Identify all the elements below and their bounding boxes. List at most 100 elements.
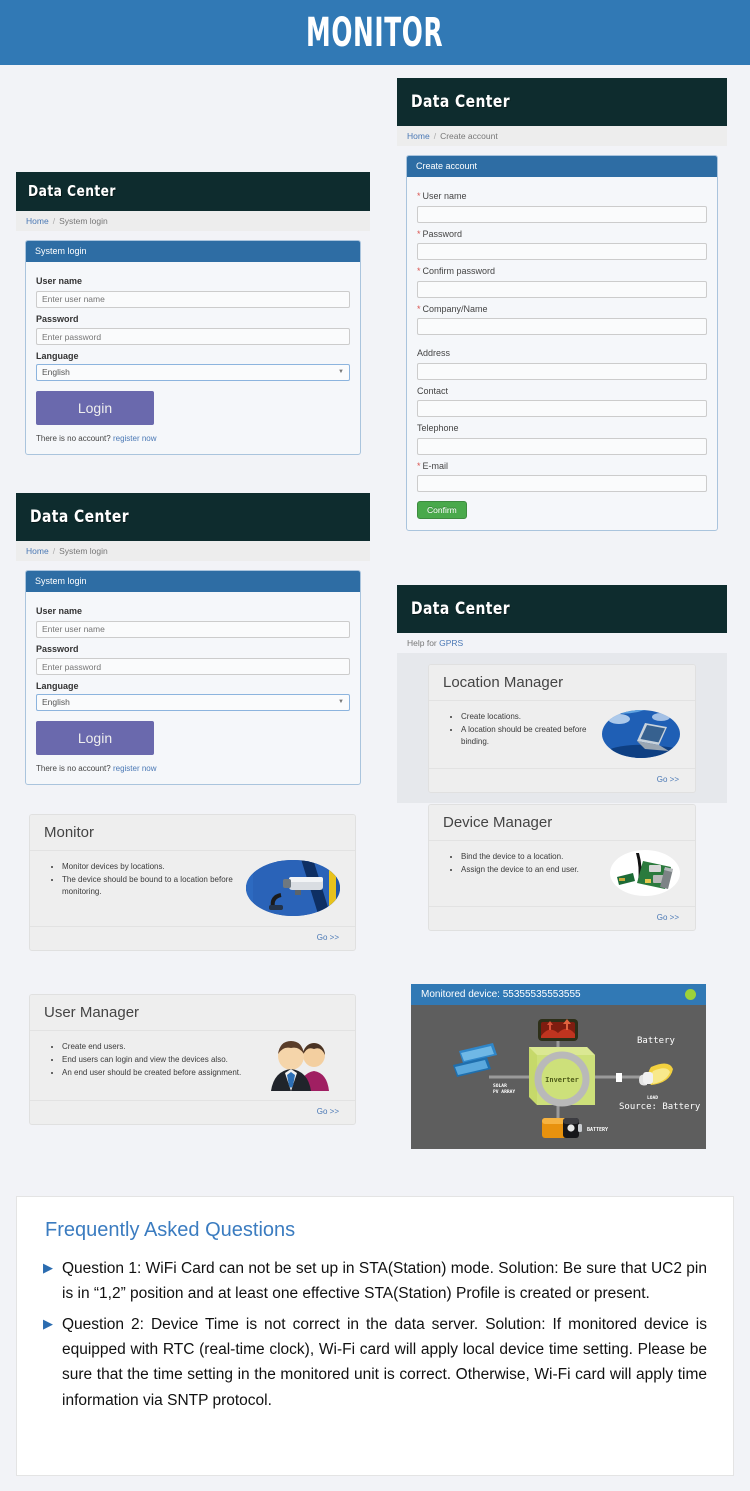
help-cards-area: Location Manager Create locations. A loc… [397,653,727,803]
list-item: Assign the device to an end user. [461,864,579,876]
language-select[interactable]: English ▼ [36,364,350,381]
system-login-panel: System login User name Password Language… [25,570,361,785]
navbar: Data Center [397,585,727,633]
telephone-label: Telephone [417,423,459,433]
label-text: Company/Name [422,303,488,314]
triangle-right-icon: ▶ [43,1260,53,1275]
navbar-brand: Data Center [411,599,511,619]
help-gprs-link[interactable]: GPRS [439,638,463,648]
username-input[interactable] [417,205,707,223]
language-select-value: English [42,367,70,377]
faq-item: ▶ Question 2: Device Time is not correct… [43,1312,707,1412]
panel-body: User name Password Language English ▼ Lo… [26,592,360,784]
navbar: Data Center [16,172,370,211]
company-name-input[interactable] [417,318,707,335]
card-device-manager-footer: Go >> [429,906,695,930]
help-screenshot: Data Center Help for GPRS Location Manag… [397,585,727,803]
create-account-screenshot: Data Center Home / Create account Create a… [397,78,727,540]
address-input[interactable] [417,362,707,380]
navbar: Data Center [16,493,370,541]
label-text: E-mail [422,460,449,471]
card-location-manager-go-link[interactable]: Go >> [657,775,679,784]
password-input[interactable] [36,328,350,345]
no-account-text: There is no account? register now [36,434,350,443]
breadcrumb-current: System login [59,546,108,556]
card-user-manager-go-link[interactable]: Go >> [317,1107,339,1116]
label-text: Confirm password [422,266,496,276]
status-led-icon [685,989,696,1000]
svg-text:SOLAR: SOLAR [493,1083,507,1089]
login-button[interactable]: Login [36,721,154,755]
language-label: Language [36,681,79,691]
chevron-down-icon: ▼ [338,699,344,705]
device-monitor-title: Monitored device: 55355535553555 [421,989,581,1000]
laptop-cloud-icon [601,709,681,764]
list-item: An end user should be created before ass… [62,1067,241,1079]
device-monitor-header: Monitored device: 55355535553555 [411,984,706,1005]
card-device-manager-bullets: Bind the device to a location. Assign th… [455,851,579,902]
breadcrumb-home[interactable]: Home [26,546,49,556]
card-device-manager: Device Manager Bind the device to a loca… [428,804,696,931]
contact-input[interactable] [417,400,707,417]
list-item: Bind the device to a location. [461,851,579,863]
card-user-manager-footer: Go >> [30,1100,355,1124]
username-input[interactable] [36,290,350,308]
register-now-link[interactable]: register now [113,764,157,773]
navbar: Data Center [397,78,727,126]
password-label: Password [36,643,79,654]
svg-text:BATTERY: BATTERY [587,1127,608,1133]
security-camera-icon [245,859,341,922]
card-location-manager-title: Location Manager [429,665,695,701]
card-user-manager-body: Create end users. End users can login an… [30,1031,355,1100]
required-marker: * [417,228,421,239]
label-text: Password [422,228,463,239]
faq-title: Frequently Asked Questions [45,1219,296,1241]
login-screenshot-small: Data Center Home / System login System log… [16,172,370,464]
users-icon [259,1039,341,1096]
breadcrumb: Home / System login [16,541,370,561]
list-item: A location should be created before bind… [461,724,601,748]
confirm-password-input[interactable] [417,280,707,298]
card-location-manager-footer: Go >> [429,768,695,792]
confirm-button[interactable]: Confirm [417,501,467,519]
panel-title: System login [26,241,360,262]
email-label: * E-mail [417,461,707,471]
svg-text:Battery: Battery [637,1036,676,1046]
language-select-value: English [42,697,70,707]
card-monitor-go-link[interactable]: Go >> [317,933,339,942]
panel-title: Create account [407,156,717,177]
register-now-link[interactable]: register now [113,434,157,443]
page-banner-title: MONITOR [306,9,444,56]
card-user-manager-bullets: Create end users. End users can login an… [56,1041,241,1096]
system-login-panel: System login User name Password Language… [25,240,361,455]
card-user-manager-title: User Manager [30,995,355,1031]
breadcrumb-home[interactable]: Home [407,131,430,141]
no-account-label: There is no account? [36,764,111,773]
required-marker: * [417,266,421,276]
chevron-down-icon: ▼ [338,369,344,375]
navbar-brand: Data Center [411,92,511,112]
faq-section: Frequently Asked Questions ▶ Question 1:… [16,1196,734,1476]
login-button[interactable]: Login [36,391,154,425]
navbar-brand: Data Center [28,182,116,200]
breadcrumb: Home / System login [16,211,370,231]
triangle-right-icon: ▶ [43,1316,53,1332]
password-input[interactable] [36,658,350,675]
panel-body: User name Password Language English ▼ Lo… [26,262,360,454]
telephone-input[interactable] [417,437,707,455]
password-input[interactable] [417,243,707,260]
page-banner: MONITOR [0,0,750,65]
language-select[interactable]: English ▼ [36,694,350,711]
card-device-manager-body: Bind the device to a location. Assign th… [429,841,695,906]
card-device-manager-go-link[interactable]: Go >> [657,913,679,922]
list-item: End users can login and view the devices… [62,1054,241,1066]
breadcrumb-current: System login [59,216,108,226]
card-device-manager-title: Device Manager [429,805,695,841]
list-item: Create end users. [62,1041,241,1053]
username-label: User name [36,276,83,286]
breadcrumb-home[interactable]: Home [26,216,49,226]
email-input[interactable] [417,475,707,492]
required-marker: * [417,303,421,314]
faq-item-text: Question 1: WiFi Card can not be set up … [62,1260,707,1303]
username-input[interactable] [36,620,350,638]
